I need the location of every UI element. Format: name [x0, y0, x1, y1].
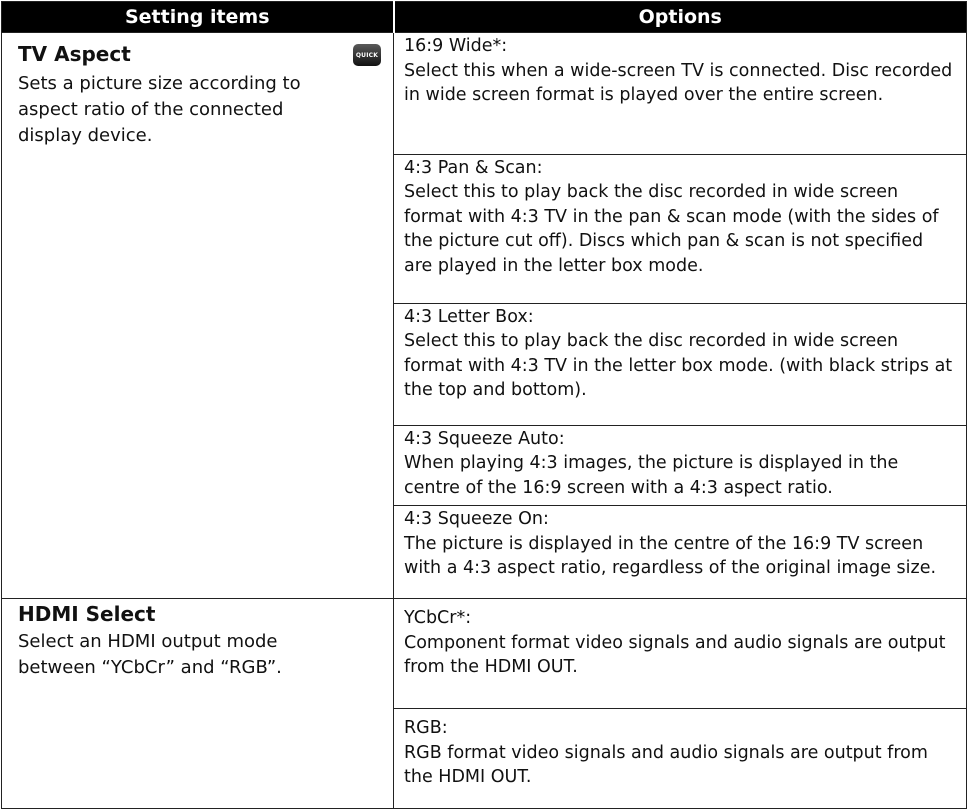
setting-title: TV Aspect	[18, 42, 131, 67]
table-row: QUICK TV Aspect Sets a picture size acco…	[1, 32, 967, 600]
header-setting-items: Setting items	[1, 0, 395, 34]
setting-item-hdmi-select: HDMI Select Select an HDMI output mode b…	[1, 598, 394, 809]
option-name: 4:3 Letter Box:	[404, 306, 534, 327]
settings-table: Setting items Options QUICK TV Aspect Se…	[1, 0, 967, 809]
option-cell: 4:3 Squeeze Auto: When playing 4:3 image…	[393, 424, 967, 507]
option-cell: 4:3 Pan & Scan: Select this to play back…	[393, 153, 967, 304]
option-name: 4:3 Squeeze Auto:	[404, 428, 565, 449]
setting-title: HDMI Select	[18, 602, 156, 627]
option-name: YCbCr*:	[404, 608, 472, 629]
option-description: Select this to play back the disc record…	[404, 182, 939, 276]
setting-description: Sets a picture size according to aspect …	[18, 73, 301, 147]
setting-item-tv-aspect: QUICK TV Aspect Sets a picture size acco…	[1, 32, 394, 600]
table-row: HDMI Select Select an HDMI output mode b…	[1, 598, 967, 809]
option-description: When playing 4:3 images, the picture is …	[404, 453, 899, 498]
option-name: 4:3 Squeeze On:	[404, 509, 549, 530]
option-cell: 16:9 Wide*: Select this when a wide-scre…	[393, 32, 967, 155]
option-description: Component format video signals and audio…	[404, 632, 946, 678]
option-description: Select this when a wide-screen TV is con…	[404, 60, 953, 106]
quick-icon: QUICK	[353, 44, 381, 67]
option-cell: 4:3 Squeeze On: The picture is displayed…	[393, 505, 967, 600]
option-cell: 4:3 Letter Box: Select this to play back…	[393, 302, 967, 426]
option-description: Select this to play back the disc record…	[404, 331, 953, 401]
header-options: Options	[393, 0, 967, 34]
setting-description: Select an HDMI output mode between “YCbC…	[18, 631, 282, 679]
option-name: 4:3 Pan & Scan:	[404, 157, 543, 178]
option-description: RGB format video signals and audio signa…	[404, 742, 928, 788]
table-header-row: Setting items Options	[1, 0, 967, 34]
option-name: 16:9 Wide*:	[404, 36, 508, 57]
option-name: RGB:	[404, 718, 448, 739]
option-cell: YCbCr*: Component format video signals a…	[393, 598, 967, 710]
option-description: The picture is displayed in the centre o…	[404, 533, 937, 579]
option-cell: RGB: RGB format video signals and audio …	[393, 708, 967, 809]
